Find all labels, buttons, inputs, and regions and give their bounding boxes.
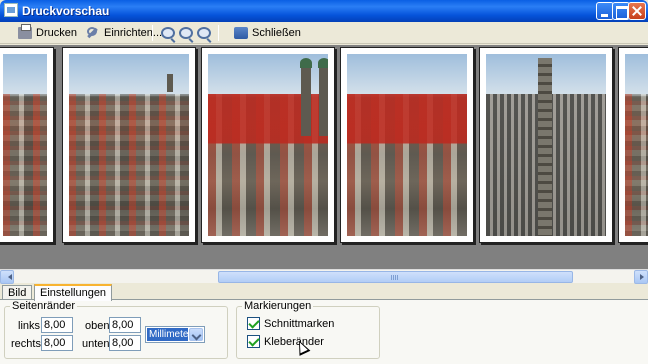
markings-legend: Markierungen: [242, 300, 314, 312]
scroll-left-icon[interactable]: [0, 270, 14, 284]
toolbar-separator: [152, 25, 153, 41]
page-photo: [69, 54, 189, 236]
exit-icon: [234, 27, 248, 39]
margins-group: Seitenränder links: 8,00 oben: 8,00 rech…: [4, 300, 228, 359]
preview-page: [201, 47, 335, 243]
wrench-icon: [86, 27, 100, 39]
zoom-in-icon: [179, 27, 193, 39]
settings-tabs: Bild Einstellungen: [0, 284, 648, 301]
unit-select[interactable]: Millimeter: [145, 326, 205, 343]
preview-page: [0, 47, 54, 243]
chevron-down-icon[interactable]: [189, 328, 203, 341]
printer-icon: [18, 24, 32, 39]
tab-bild[interactable]: Bild: [2, 285, 33, 300]
left-margin-label: links:: [18, 320, 44, 332]
app-icon: [4, 3, 18, 17]
right-margin-label: rechts:: [11, 338, 45, 350]
page-photo: [208, 54, 328, 236]
horizontal-scrollbar[interactable]: [0, 269, 648, 284]
cut-marks-label[interactable]: Schnittmarken: [264, 318, 334, 330]
print-button-label: Drucken: [36, 27, 77, 39]
preview-page: [479, 47, 613, 243]
print-button[interactable]: Drucken: [18, 24, 77, 42]
print-preview-area[interactable]: [0, 45, 648, 269]
zoom-out-icon: [197, 27, 211, 39]
setup-button-label: Einrichten...: [104, 27, 163, 39]
close-window-button[interactable]: [628, 2, 646, 20]
scroll-right-icon[interactable]: [634, 270, 648, 284]
bottom-margin-label: unten:: [82, 338, 113, 350]
top-margin-input[interactable]: 8,00: [109, 317, 141, 333]
zoom-out-button[interactable]: [197, 24, 211, 42]
preview-page: [62, 47, 196, 243]
scrollbar-thumb[interactable]: [218, 271, 573, 283]
setup-button[interactable]: Einrichten...: [86, 24, 162, 42]
tab-einstellungen[interactable]: Einstellungen: [34, 284, 113, 301]
page-photo: [625, 54, 648, 236]
zoom-fit-button[interactable]: [161, 24, 175, 42]
zoom-in-button[interactable]: [179, 24, 193, 42]
zoom-fit-icon: [161, 27, 175, 39]
right-margin-input[interactable]: 8,00: [41, 335, 73, 351]
cut-marks-checkbox[interactable]: [247, 317, 260, 330]
bottom-margin-input[interactable]: 8,00: [109, 335, 141, 351]
window-title: Druckvorschau: [22, 4, 110, 18]
close-preview-label: Schließen: [252, 27, 301, 39]
close-preview-button[interactable]: Schließen: [234, 24, 301, 42]
glue-edges-checkbox[interactable]: [247, 335, 260, 348]
preview-page: [340, 47, 474, 243]
unit-select-value: Millimeter: [147, 328, 192, 341]
toolbar: Drucken Einrichten... Schließen: [0, 22, 648, 44]
page-photo: [347, 54, 467, 236]
margins-legend: Seitenränder: [10, 300, 77, 312]
toolbar-separator: [218, 25, 219, 41]
settings-panel: Seitenränder links: 8,00 oben: 8,00 rech…: [0, 299, 648, 364]
preview-page: [618, 47, 648, 243]
title-bar: Druckvorschau: [0, 0, 648, 22]
left-margin-input[interactable]: 8,00: [41, 317, 73, 333]
page-photo: [3, 54, 47, 236]
page-photo: [486, 54, 606, 236]
